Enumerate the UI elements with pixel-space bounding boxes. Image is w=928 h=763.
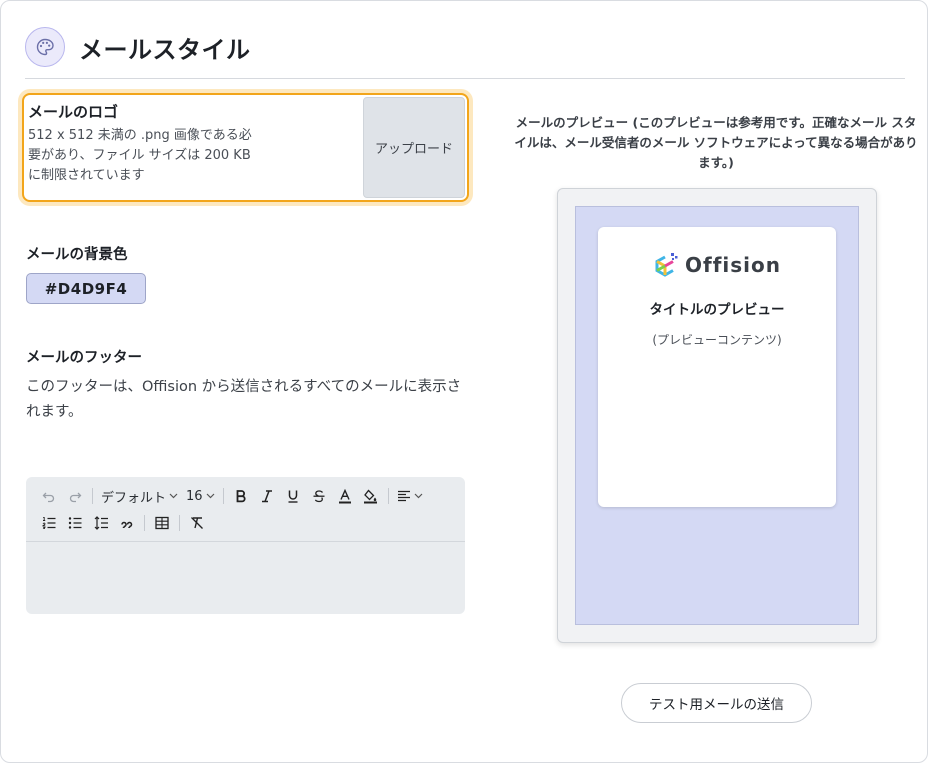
toolbar-separator	[222, 488, 224, 504]
chevron-down-icon	[206, 493, 214, 499]
page-header: メールスタイル	[25, 25, 251, 69]
undo-icon[interactable]	[36, 485, 62, 507]
toolbar-separator	[92, 488, 93, 504]
ordered-list-icon[interactable]	[36, 512, 62, 534]
text-align-select[interactable]	[393, 490, 427, 502]
palette-icon	[25, 27, 65, 67]
italic-icon[interactable]	[254, 485, 280, 507]
chevron-down-icon	[414, 493, 422, 499]
text-color-icon[interactable]	[332, 485, 358, 507]
quote-icon[interactable]	[114, 512, 140, 534]
email-preview-background: Offision タイトルのプレビュー (プレビューコンテンツ)	[575, 206, 859, 625]
strikethrough-icon[interactable]	[306, 485, 332, 507]
footer-description: このフッターは、Offision から送信されるすべてのメールに表示されます。	[26, 379, 462, 420]
preview-caption: メールのプレビュー (このプレビューは参考用です。正確なメール スタイルは、メー…	[514, 115, 918, 170]
upload-button[interactable]: アップロード	[363, 97, 465, 198]
logo-title: メールのロゴ	[28, 103, 119, 121]
toolbar-separator	[179, 515, 180, 531]
clear-format-icon[interactable]	[184, 512, 210, 534]
email-preview-frame: Offision タイトルのプレビュー (プレビューコンテンツ)	[557, 188, 877, 643]
editor-toolbar-row-2	[36, 512, 210, 534]
offision-logo-icon	[655, 253, 678, 277]
font-size-select[interactable]: 16	[182, 489, 219, 504]
background-color-picker[interactable]: #D4D9F4	[26, 273, 146, 304]
font-family-value: デフォルト	[101, 490, 167, 506]
bullet-list-icon[interactable]	[62, 512, 88, 534]
line-height-icon[interactable]	[88, 512, 114, 534]
table-icon[interactable]	[149, 512, 175, 534]
background-color-label: メールの背景色	[26, 247, 128, 263]
toolbar-separator	[387, 488, 389, 504]
bold-icon[interactable]	[228, 485, 254, 507]
toolbar-separator	[144, 515, 145, 531]
chevron-down-icon	[169, 493, 178, 499]
email-preview-card: Offision タイトルのプレビュー (プレビューコンテンツ)	[598, 227, 836, 507]
highlight-color-icon[interactable]	[358, 485, 384, 507]
header-divider	[25, 78, 905, 79]
underline-icon[interactable]	[280, 485, 306, 507]
font-family-select[interactable]: デフォルト	[97, 487, 182, 506]
editor-content-area[interactable]	[26, 542, 465, 614]
preview-brand: Offision	[598, 251, 836, 279]
editor-toolbar-row-1: デフォルト 16	[36, 485, 427, 507]
logo-upload-card: メールのロゴ 512 x 512 未満の .png 画像である必要があり、ファイ…	[22, 93, 469, 202]
logo-description: 512 x 512 未満の .png 画像である必要があり、ファイル サイズは …	[28, 128, 252, 183]
footer-label: メールのフッター	[26, 350, 142, 366]
email-style-panel: メールスタイル メールのロゴ 512 x 512 未満の .png 画像である必…	[0, 0, 928, 763]
preview-brand-name: Offision	[685, 253, 781, 277]
align-left-icon	[397, 490, 410, 502]
preview-content: (プレビューコンテンツ)	[652, 333, 782, 347]
footer-editor: デフォルト 16	[26, 477, 465, 614]
send-test-email-button[interactable]: テスト用メールの送信	[621, 683, 812, 723]
redo-icon[interactable]	[62, 485, 88, 507]
font-size-value: 16	[186, 488, 203, 504]
page-title: メールスタイル	[79, 35, 251, 64]
preview-title: タイトルのプレビュー	[649, 302, 785, 318]
